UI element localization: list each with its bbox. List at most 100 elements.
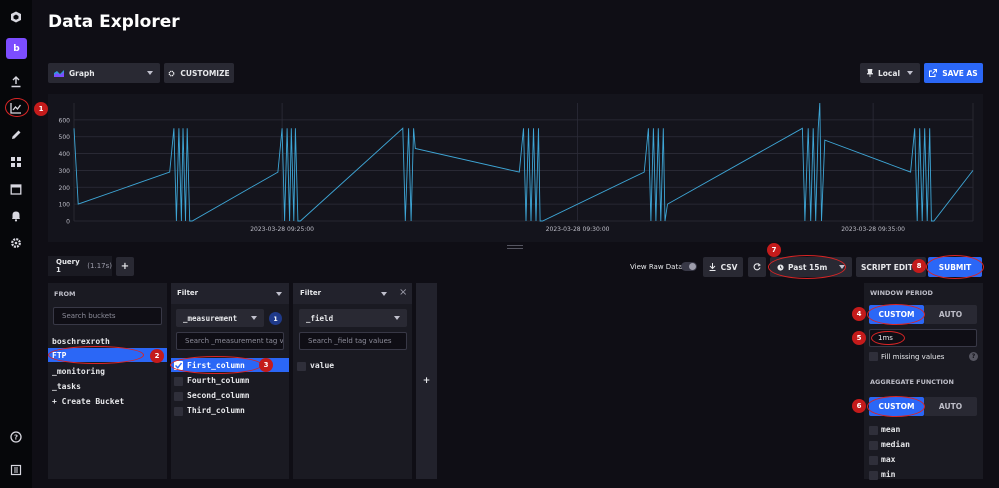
sidebar: b 1 ?: [0, 0, 48, 488]
help-icon[interactable]: ?: [6, 427, 26, 447]
resize-handle-line: [507, 248, 523, 249]
checkbox[interactable]: [174, 377, 183, 386]
fill-missing-checkbox[interactable]: [869, 352, 878, 361]
checkbox[interactable]: [869, 471, 878, 480]
filter-header[interactable]: Filter: [171, 283, 289, 304]
bucket-item-tasks[interactable]: _tasks: [52, 382, 81, 391]
x-tick-label: 2023-03-28 09:25:00: [250, 226, 314, 233]
measurement-item-second[interactable]: Second_column: [187, 391, 250, 400]
influx-logo-icon[interactable]: [6, 7, 26, 27]
checkbox[interactable]: [869, 456, 878, 465]
add-query-button[interactable]: +: [116, 257, 134, 276]
field-key-dropdown[interactable]: _field: [299, 309, 407, 327]
series-line: [73, 102, 974, 222]
annotation-ellipse: [768, 255, 846, 279]
pin-icon: [867, 69, 873, 77]
export-icon: [929, 69, 938, 77]
add-filter-button[interactable]: +: [416, 283, 437, 479]
view-raw-label: View Raw Data: [630, 263, 683, 271]
close-icon[interactable]: ×: [399, 287, 407, 298]
gear-icon[interactable]: [6, 233, 26, 253]
annotation-ellipse: [170, 356, 262, 374]
selected-count-badge: 1: [269, 312, 282, 325]
chevron-down-icon: [276, 292, 282, 296]
field-key-label: _field: [306, 313, 334, 323]
view-raw-toggle[interactable]: [681, 262, 697, 271]
function-item-min[interactable]: min: [881, 470, 895, 479]
y-tick-label: 500: [59, 134, 71, 141]
graph-panel: 0 100 200 300 400 500 600 2023-03-28 09:25:00 20…: [48, 94, 983, 242]
annotation-badge-5: 5: [852, 331, 866, 345]
org-avatar[interactable]: b: [6, 38, 27, 59]
annotation-ellipse: [48, 346, 144, 364]
field-item-value[interactable]: value: [310, 361, 334, 370]
aggregate-auto-button[interactable]: AUTO: [924, 397, 977, 416]
annotation-badge-3: 3: [259, 358, 273, 372]
query-tab[interactable]: Query 1 (1.17s): [48, 256, 112, 276]
create-bucket-link[interactable]: + Create Bucket: [52, 397, 124, 406]
measurement-key-dropdown[interactable]: _measurement: [176, 309, 264, 327]
bucket-item-monitoring[interactable]: _monitoring: [52, 367, 105, 376]
timezone-dropdown[interactable]: Local: [860, 63, 920, 83]
annotation-ellipse: [926, 255, 984, 279]
bell-icon[interactable]: [6, 206, 26, 226]
graph-type-dropdown[interactable]: Graph: [48, 63, 160, 83]
y-tick-label: 0: [66, 219, 70, 226]
chevron-down-icon: [147, 71, 153, 75]
save-as-label: SAVE AS: [942, 68, 978, 78]
checkbox[interactable]: [869, 426, 878, 435]
toggle-knob: [689, 263, 696, 270]
bucket-item-boschrexroth[interactable]: boschrexroth: [52, 337, 110, 346]
bucket-search-input[interactable]: Search buckets: [53, 307, 162, 325]
annotation-ellipse: [871, 331, 905, 345]
measurement-item-third[interactable]: Third_column: [187, 406, 245, 415]
customize-button[interactable]: CUSTOMIZE: [164, 63, 234, 83]
csv-label: CSV: [720, 262, 738, 272]
annotation-badge-8: 8: [912, 259, 926, 273]
refresh-button[interactable]: [748, 257, 766, 277]
from-title: FROM: [54, 290, 76, 298]
from-panel: FROM Search buckets: [48, 283, 167, 479]
function-item-mean[interactable]: mean: [881, 425, 900, 434]
checkbox[interactable]: [174, 407, 183, 416]
measurement-item-fourth[interactable]: Fourth_column: [187, 376, 250, 385]
annotation-badge-2: 2: [150, 349, 164, 363]
upload-icon[interactable]: [6, 72, 26, 92]
filter-header[interactable]: Filter ×: [293, 283, 412, 304]
help-icon[interactable]: ?: [969, 352, 978, 361]
y-tick-label: 600: [59, 117, 71, 124]
function-item-median[interactable]: median: [881, 440, 910, 449]
collapse-nav-icon[interactable]: [6, 460, 26, 480]
svg-text:?: ?: [14, 434, 18, 442]
function-item-max[interactable]: max: [881, 455, 895, 464]
csv-button[interactable]: CSV: [703, 257, 743, 277]
y-tick-label: 300: [59, 168, 71, 175]
field-search-input[interactable]: Search _field tag values: [299, 332, 407, 350]
chevron-down-icon: [907, 71, 913, 75]
graph-type-label: Graph: [69, 68, 95, 78]
query-tab-label: Query 1: [56, 258, 80, 274]
pencil-icon[interactable]: [6, 125, 26, 145]
download-icon: [709, 263, 716, 271]
resize-handle[interactable]: [507, 245, 523, 246]
measurement-search-input[interactable]: Search _measurement tag va: [176, 332, 284, 350]
checkbox[interactable]: [297, 362, 306, 371]
checkbox[interactable]: [869, 441, 878, 450]
graph-type-icon: [54, 70, 64, 77]
customize-label: CUSTOMIZE: [180, 68, 230, 78]
annotation-badge-6: 6: [852, 399, 866, 413]
window-period-title: WINDOW PERIOD: [870, 289, 933, 297]
annotation-badge-7: 7: [767, 243, 781, 257]
window-auto-button[interactable]: AUTO: [924, 305, 977, 324]
checkbox[interactable]: [174, 392, 183, 401]
page-title: Data Explorer: [48, 12, 180, 32]
annotation-badge-1: 1: [34, 102, 48, 116]
dashboards-icon[interactable]: [6, 152, 26, 172]
calendar-icon[interactable]: [6, 179, 26, 199]
save-as-button[interactable]: SAVE AS: [924, 63, 983, 83]
chevron-down-icon: [381, 292, 387, 296]
annotation-ellipse: [5, 98, 29, 117]
chevron-down-icon: [251, 316, 257, 320]
gear-icon: [168, 70, 175, 76]
fill-missing-label: Fill missing values: [881, 353, 945, 361]
